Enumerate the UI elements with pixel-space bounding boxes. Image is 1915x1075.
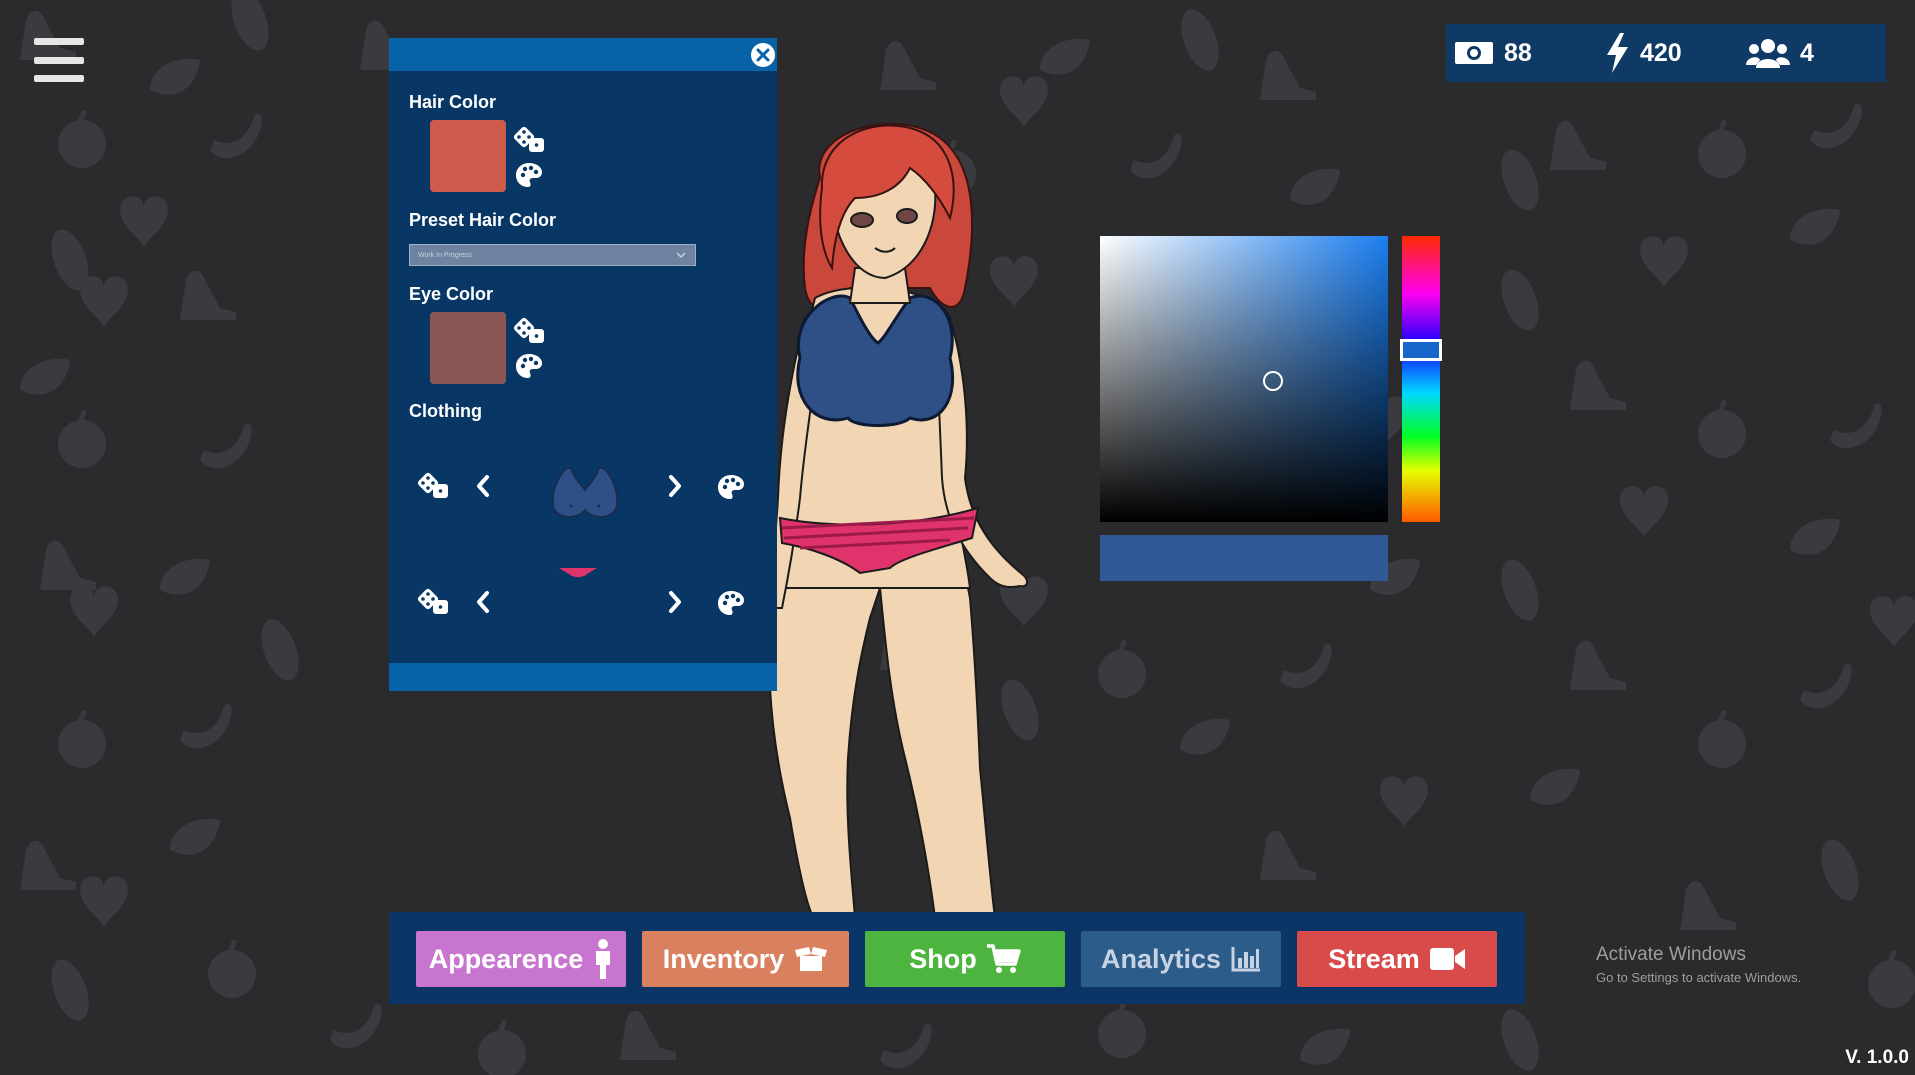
analytics-label: Analytics <box>1100 943 1222 974</box>
followers-stat: 4 <box>1746 24 1814 82</box>
preset-hair-color-dropdown[interactable]: Work In Progress <box>409 244 696 266</box>
dice-icon <box>513 317 544 343</box>
menu-icon-bar <box>34 56 84 64</box>
chevron-left-icon <box>477 591 489 613</box>
lightning-icon <box>1607 33 1628 73</box>
hue-slider[interactable] <box>1400 236 1442 522</box>
hair-palette-button[interactable] <box>515 162 543 188</box>
preset-hair-color-value: Work In Progress <box>418 251 472 259</box>
top-palette-button[interactable] <box>717 474 745 500</box>
stats-bar: 88 420 4 <box>1446 24 1886 82</box>
bottom-clothing-preview <box>557 566 599 580</box>
box-icon <box>795 947 828 971</box>
eye-color-swatch[interactable] <box>430 312 506 384</box>
palette-icon <box>516 163 542 187</box>
chevron-right-icon <box>669 591 681 613</box>
next-top-button[interactable] <box>667 474 683 498</box>
top-clothing-preview <box>547 466 623 522</box>
energy-value: 420 <box>1640 38 1682 67</box>
hue-slider-handle[interactable] <box>1400 339 1442 361</box>
appearance-panel: Hair Color Preset Hair Color Work In Pro… <box>389 38 777 691</box>
next-bottom-button[interactable] <box>667 590 683 614</box>
previous-top-button[interactable] <box>475 474 491 498</box>
appearance-button[interactable]: Appearence <box>416 931 626 987</box>
menu-button[interactable] <box>34 38 84 82</box>
panties-icon <box>559 568 597 577</box>
close-button[interactable] <box>751 43 775 67</box>
inventory-label: Inventory <box>662 943 785 974</box>
bar-chart-icon <box>1231 947 1261 972</box>
menu-icon-bar <box>34 75 84 82</box>
menu-icon-bar <box>34 38 84 45</box>
shop-button[interactable]: Shop <box>865 931 1065 987</box>
money-icon <box>1455 42 1493 64</box>
chevron-left-icon <box>477 475 489 497</box>
close-icon <box>756 48 770 62</box>
randomize-hair-button[interactable] <box>513 126 547 154</box>
video-camera-icon <box>1429 948 1465 970</box>
users-icon <box>1746 39 1790 68</box>
activate-windows-watermark: Activate Windows Go to Settings to activ… <box>1596 944 1801 985</box>
inventory-button[interactable]: Inventory <box>642 931 849 987</box>
analytics-button[interactable]: Analytics <box>1081 931 1281 987</box>
dice-icon <box>417 588 448 614</box>
chevron-down-icon <box>676 252 686 259</box>
bra-icon <box>551 467 619 518</box>
energy-stat: 420 <box>1604 24 1682 82</box>
eye-color-label: Eye Color <box>409 284 494 304</box>
previous-bottom-button[interactable] <box>475 590 491 614</box>
activate-windows-title: Activate Windows <box>1596 944 1746 965</box>
panel-header <box>389 38 777 71</box>
chevron-right-icon <box>669 475 681 497</box>
hair-color-label: Hair Color <box>409 92 497 112</box>
stream-label: Stream <box>1328 943 1420 974</box>
randomize-bottom-button[interactable] <box>417 588 451 616</box>
appearance-label: Appearence <box>428 943 584 974</box>
hair-color-swatch[interactable] <box>430 120 506 192</box>
dice-icon <box>417 472 448 498</box>
palette-icon <box>516 354 542 378</box>
cart-icon <box>986 944 1021 973</box>
version-label: V. 1.0.0 <box>1845 1047 1909 1068</box>
followers-value: 4 <box>1800 38 1814 67</box>
preset-hair-color-label: Preset Hair Color <box>409 210 557 230</box>
bottom-nav-bar: Appearence Inventory Shop Analytics Stre… <box>389 912 1525 1004</box>
randomize-eye-button[interactable] <box>513 317 547 345</box>
color-picker-handle[interactable] <box>1263 371 1283 391</box>
palette-icon <box>718 591 744 615</box>
eye-palette-button[interactable] <box>515 353 543 379</box>
person-icon <box>596 939 611 979</box>
character-model <box>766 123 1028 918</box>
activate-windows-subtitle: Go to Settings to activate Windows. <box>1596 970 1802 985</box>
color-saturation-value-picker[interactable] <box>1100 236 1388 522</box>
stream-button[interactable]: Stream <box>1297 931 1497 987</box>
shop-label: Shop <box>909 943 977 974</box>
bottom-palette-button[interactable] <box>717 590 745 616</box>
selected-color-preview <box>1100 535 1388 581</box>
randomize-top-button[interactable] <box>417 472 451 500</box>
clothing-label: Clothing <box>409 401 482 421</box>
money-value: 88 <box>1504 38 1532 67</box>
money-stat: 88 <box>1454 24 1532 82</box>
dice-icon <box>513 126 544 152</box>
panel-footer <box>389 663 777 691</box>
palette-icon <box>718 475 744 499</box>
